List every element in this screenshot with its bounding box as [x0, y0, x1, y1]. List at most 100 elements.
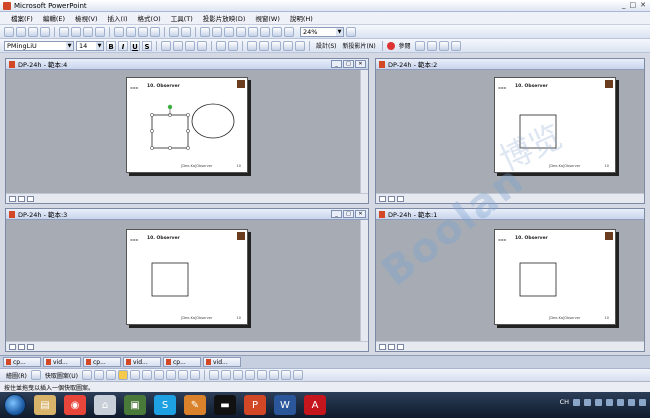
copy-icon[interactable] — [126, 26, 136, 37]
reference-button[interactable]: 參閱 — [397, 41, 413, 50]
doc-tab[interactable]: vid... — [203, 357, 241, 367]
expand-all-icon[interactable] — [248, 26, 258, 37]
italic-button[interactable]: I — [118, 40, 128, 51]
minimize-button[interactable]: _ — [331, 210, 342, 218]
line-style-icon[interactable] — [244, 370, 255, 380]
tray-icon[interactable] — [606, 398, 613, 406]
presentation-window-4[interactable]: DP-24h - 範本:4 _ □ ✕ ▪▪▪ 10. Observer [De… — [5, 58, 369, 204]
horizontal-scrollbar[interactable] — [6, 341, 368, 351]
restore-button[interactable]: □ — [343, 60, 354, 68]
menu-format[interactable]: 格式(O) — [133, 13, 166, 23]
slide-canvas[interactable]: ▪▪▪ 10. Observer [Dee-Ka]Observer 10 — [126, 77, 248, 173]
show-formatting-icon[interactable] — [260, 26, 270, 37]
picture-icon[interactable] — [426, 40, 437, 51]
resize-handle[interactable] — [186, 129, 190, 133]
network-icon[interactable] — [617, 398, 624, 406]
increase-indent-icon[interactable] — [283, 40, 293, 51]
rectangle-icon[interactable] — [105, 370, 116, 380]
bullets-icon[interactable] — [228, 40, 238, 51]
resize-handle[interactable] — [150, 146, 154, 150]
new-icon[interactable] — [4, 26, 14, 37]
normal-view-icon[interactable] — [379, 195, 386, 202]
info-icon[interactable] — [450, 40, 461, 51]
insert-chart-icon[interactable] — [200, 26, 210, 37]
close-button[interactable]: ✕ — [355, 60, 366, 68]
explorer-icon[interactable]: ▤ — [34, 395, 56, 415]
resize-handle[interactable] — [168, 146, 172, 150]
language-indicator[interactable]: CH — [560, 398, 569, 406]
chrome-icon[interactable]: ◉ — [64, 395, 86, 415]
minimize-button[interactable]: _ — [331, 60, 342, 68]
horizontal-scrollbar[interactable] — [376, 193, 644, 203]
sorter-view-icon[interactable] — [388, 195, 395, 202]
slide-canvas[interactable]: ▪▪▪ 10. Observer [Dee-Ka]Observer 10 — [126, 229, 248, 325]
selected-rectangle[interactable] — [151, 114, 189, 149]
doc-tab[interactable]: cp... — [3, 357, 41, 367]
draw-menu[interactable]: 繪圖(R) — [4, 371, 29, 380]
doc-tab[interactable]: cp... — [163, 357, 201, 367]
presentation-window-2[interactable]: DP-24h - 範本:2 ▪▪▪ 10. Observer [Dee-Ka]O… — [375, 58, 645, 204]
presentation-window-1[interactable]: DP-24h - 範本:1 ▪▪▪ 10. Observer [Dee-Ka]O… — [375, 208, 645, 352]
rectangle-shape[interactable] — [519, 114, 557, 149]
grid-icon[interactable] — [272, 26, 282, 37]
dash-style-icon[interactable] — [256, 370, 267, 380]
vertical-textbox-icon[interactable] — [141, 370, 152, 380]
menu-tools[interactable]: 工具(T) — [166, 13, 198, 23]
autoshapes-menu[interactable]: 快取圖案(U) — [43, 371, 80, 380]
numbering-icon[interactable] — [216, 40, 226, 51]
design-button[interactable]: 設計(S) — [314, 41, 339, 50]
slideshow-view-icon[interactable] — [397, 343, 404, 350]
font-color-icon[interactable] — [295, 40, 305, 51]
resize-handle[interactable] — [186, 113, 190, 117]
help-icon[interactable] — [584, 398, 591, 406]
3d-style-icon[interactable] — [292, 370, 303, 380]
resize-handle[interactable] — [150, 129, 154, 133]
rectangle-shape[interactable] — [519, 262, 557, 297]
normal-view-icon[interactable] — [9, 195, 16, 202]
wordart-icon[interactable] — [153, 370, 164, 380]
rectangle-shape[interactable] — [151, 262, 189, 297]
paste-icon[interactable] — [138, 26, 148, 37]
slideshow-view-icon[interactable] — [397, 195, 404, 202]
align-right-icon[interactable] — [185, 40, 195, 51]
doc-tab[interactable]: vid... — [123, 357, 161, 367]
oval-icon[interactable] — [117, 370, 128, 380]
network-icon[interactable]: ⌂ — [94, 395, 116, 415]
resize-handle[interactable] — [186, 146, 190, 150]
sorter-view-icon[interactable] — [388, 343, 395, 350]
normal-view-icon[interactable] — [9, 343, 16, 350]
print-preview-icon[interactable] — [71, 26, 81, 37]
restore-button[interactable]: □ — [343, 210, 354, 218]
word-icon[interactable]: W — [274, 395, 296, 415]
shadow-style-icon[interactable] — [280, 370, 291, 380]
stop-icon[interactable] — [386, 41, 395, 50]
research-icon[interactable] — [95, 26, 105, 37]
skype-icon[interactable]: S — [154, 395, 176, 415]
font-color-icon[interactable] — [232, 370, 243, 380]
new-slide-button[interactable]: 新投影片(N) — [341, 41, 378, 50]
slide-canvas[interactable]: ▪▪▪ 10. Observer [Dee-Ka]Observer 10 — [494, 229, 616, 325]
zoom-combo[interactable]: 24% ▼ — [300, 26, 344, 37]
textbox-icon[interactable] — [129, 370, 140, 380]
menu-edit[interactable]: 編輯(E) — [38, 13, 70, 23]
menu-insert[interactable]: 插入(I) — [103, 13, 133, 23]
arrow-style-icon[interactable] — [268, 370, 279, 380]
tray-icon[interactable] — [595, 398, 602, 406]
doc-tab[interactable]: cp... — [83, 357, 121, 367]
decrease-indent-icon[interactable] — [271, 40, 281, 51]
powerpoint-taskbar-icon[interactable]: P — [244, 395, 266, 415]
menu-slideshow[interactable]: 投影片放映(D) — [198, 13, 251, 23]
terminal-icon[interactable]: ▬ — [214, 395, 236, 415]
sorter-view-icon[interactable] — [18, 195, 25, 202]
line-color-icon[interactable] — [220, 370, 231, 380]
vertical-scrollbar[interactable] — [360, 70, 368, 193]
insert-picture-icon[interactable] — [189, 370, 200, 380]
table-icon[interactable] — [438, 40, 449, 51]
horizontal-scrollbar[interactable] — [376, 341, 644, 351]
close-button[interactable]: ✕ — [640, 1, 646, 9]
increase-font-icon[interactable] — [247, 40, 257, 51]
bold-button[interactable]: B — [106, 40, 116, 51]
spelling-icon[interactable] — [83, 26, 93, 37]
save-icon[interactable] — [28, 26, 38, 37]
ellipse-shape[interactable] — [191, 103, 235, 139]
